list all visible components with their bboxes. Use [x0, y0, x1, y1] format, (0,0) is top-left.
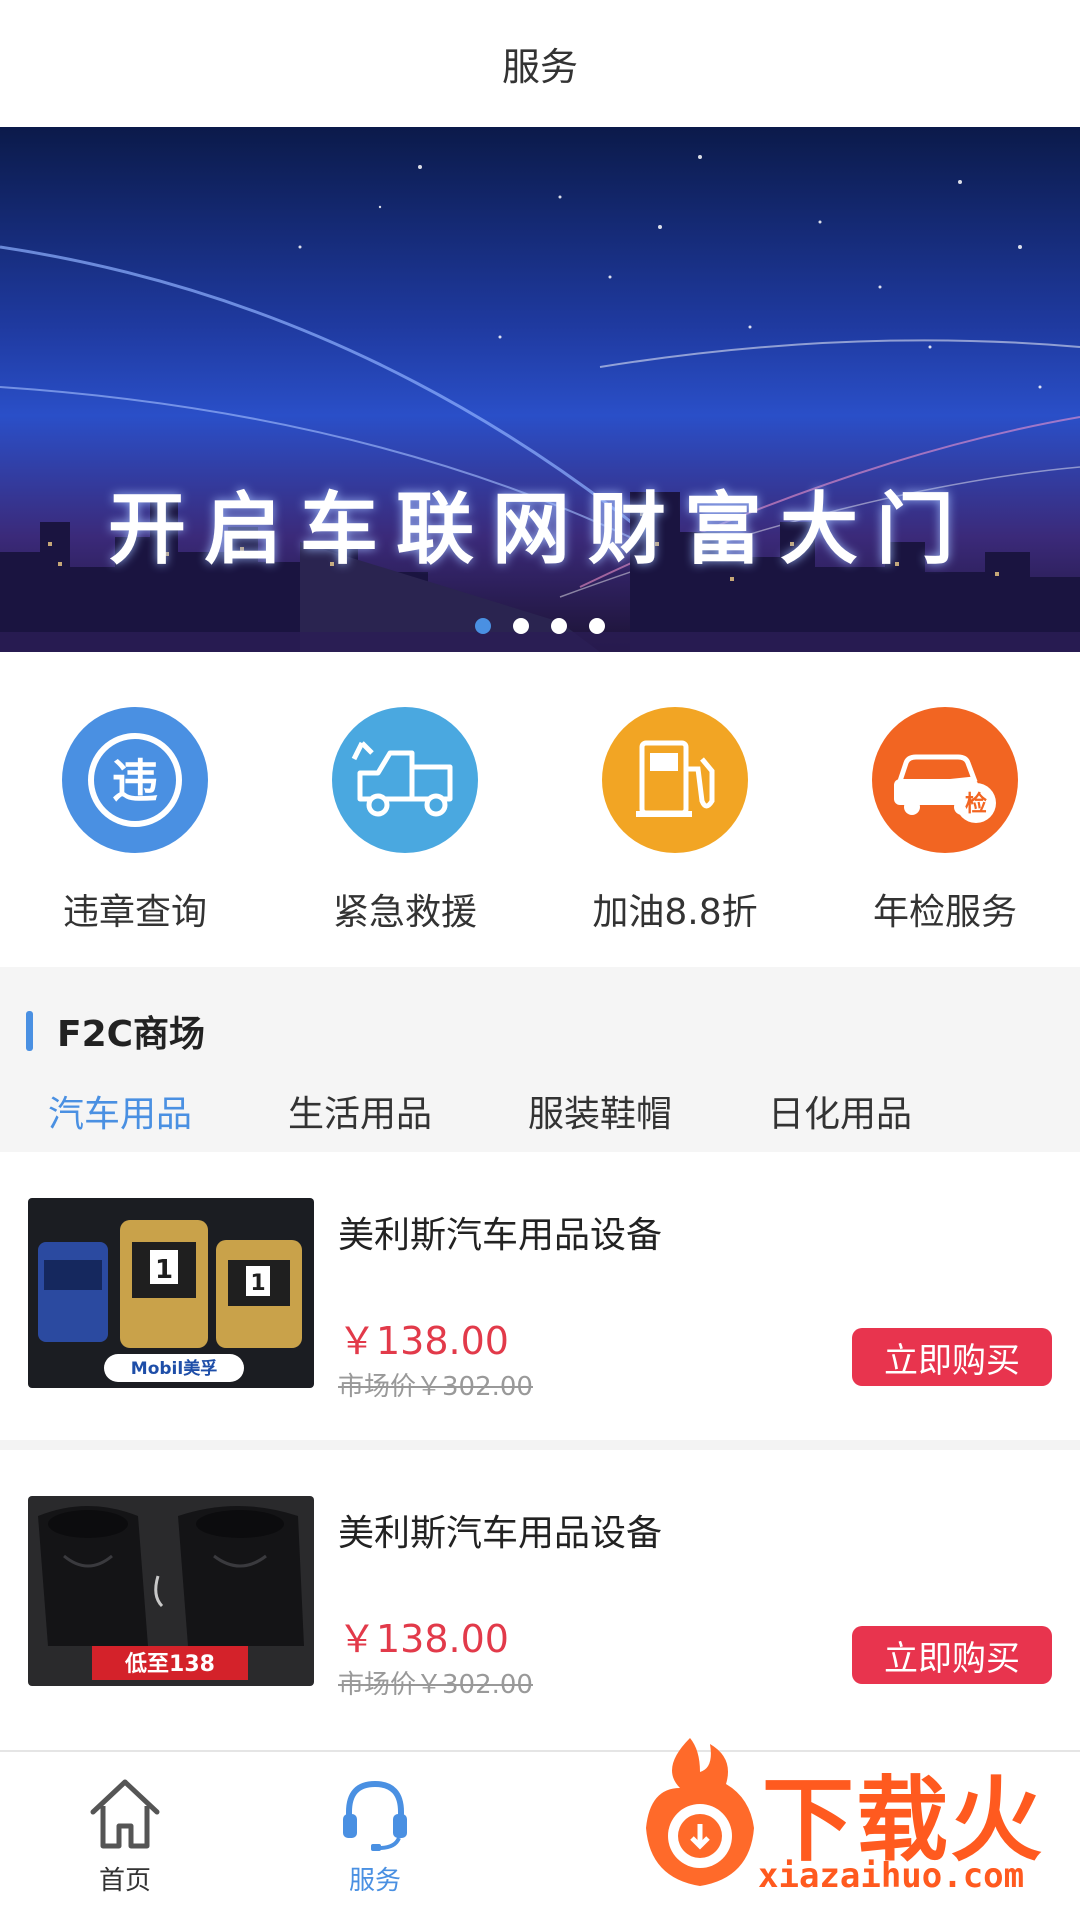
product-price: ￥138.00 — [338, 1617, 509, 1661]
section-marker — [26, 1011, 33, 1051]
banner-headline: 开启车联网财富大门 — [107, 484, 972, 575]
tow-truck-icon — [332, 707, 478, 853]
tabbar-item-service[interactable]: 服务 — [250, 1752, 500, 1920]
promo-banner[interactable]: 开启车联网财富大门 — [0, 127, 1080, 652]
mall-title: F2C商场 — [0, 1005, 1080, 1057]
product-original-price: 市场价￥302.00 — [338, 1372, 533, 1402]
tabbar-item-home[interactable]: 首页 — [0, 1752, 250, 1920]
home-icon — [90, 1779, 160, 1848]
product-image-motor-oil[interactable]: 1 1 Mobil美孚 — [28, 1198, 314, 1388]
product-card[interactable]: 1 1 Mobil美孚 美利斯汽车用品设备 ￥138.00 市场价￥302.00… — [0, 1152, 1080, 1440]
carousel-dot[interactable] — [551, 618, 567, 634]
product-info: 美利斯汽车用品设备 ￥138.00 市场价￥302.00 立即购买 — [338, 1198, 1052, 1440]
service-label: 加油8.8折 — [592, 892, 758, 933]
product-original-price: 市场价￥302.00 — [338, 1670, 533, 1700]
tabbar-label: 服务 — [348, 1865, 401, 1896]
product-price: ￥138.00 — [338, 1319, 509, 1363]
service-label: 年检服务 — [872, 892, 1017, 933]
buy-now-button[interactable]: 立即购买 — [852, 1328, 1052, 1386]
svg-text:检: 检 — [965, 791, 987, 817]
svg-text:Mobil美孚: Mobil美孚 — [131, 1358, 217, 1379]
svg-text:1: 1 — [155, 1255, 173, 1285]
watermark-url: xiazaihuo.com — [758, 1856, 1025, 1896]
product-card[interactable]: 低至138 美利斯汽车用品设备 ￥138.00 市场价￥302.00 立即购买 — [0, 1440, 1080, 1738]
service-fuel-discount[interactable]: 加油8.8折 — [565, 707, 785, 935]
service-grid: 违 违章查询 紧急救援 加油8.8折 检 年检服务 — [0, 652, 1080, 967]
svg-text:违: 违 — [112, 754, 158, 808]
mall-section-header: F2C商场 汽车用品 生活用品 服装鞋帽 日化用品 — [0, 967, 1080, 1163]
service-label: 违章查询 — [62, 892, 207, 933]
tabbar-label: 首页 — [98, 1865, 151, 1896]
service-emergency-rescue[interactable]: 紧急救援 — [295, 707, 515, 935]
product-name[interactable]: 美利斯汽车用品设备 — [338, 1206, 1052, 1258]
service-annual-inspection[interactable]: 检 年检服务 — [835, 707, 1055, 935]
svg-text:低至138: 低至138 — [124, 1652, 215, 1677]
buy-now-button[interactable]: 立即购买 — [852, 1626, 1052, 1684]
carousel-indicator — [0, 618, 1080, 634]
service-violation-query[interactable]: 违 违章查询 — [25, 707, 245, 935]
product-image-seat-cover[interactable]: 低至138 — [28, 1496, 314, 1686]
carousel-dot[interactable] — [513, 618, 529, 634]
app-header: 服务 — [0, 0, 1080, 127]
fuel-pump-icon — [602, 707, 748, 853]
site-watermark: 下载火 xiazaihuo.com — [630, 1718, 1070, 1908]
headset-icon — [343, 1780, 407, 1851]
svg-text:1: 1 — [250, 1271, 265, 1296]
violation-icon: 违 — [62, 707, 208, 853]
page-title: 服务 — [501, 45, 578, 89]
carousel-dot[interactable] — [589, 618, 605, 634]
product-info: 美利斯汽车用品设备 ￥138.00 市场价￥302.00 立即购买 — [338, 1496, 1052, 1738]
product-name[interactable]: 美利斯汽车用品设备 — [338, 1504, 1052, 1556]
carousel-dot[interactable] — [475, 618, 491, 634]
mall-title-text: F2C商场 — [57, 1014, 206, 1055]
car-inspection-icon: 检 — [872, 707, 1018, 853]
service-label: 紧急救援 — [332, 892, 477, 933]
